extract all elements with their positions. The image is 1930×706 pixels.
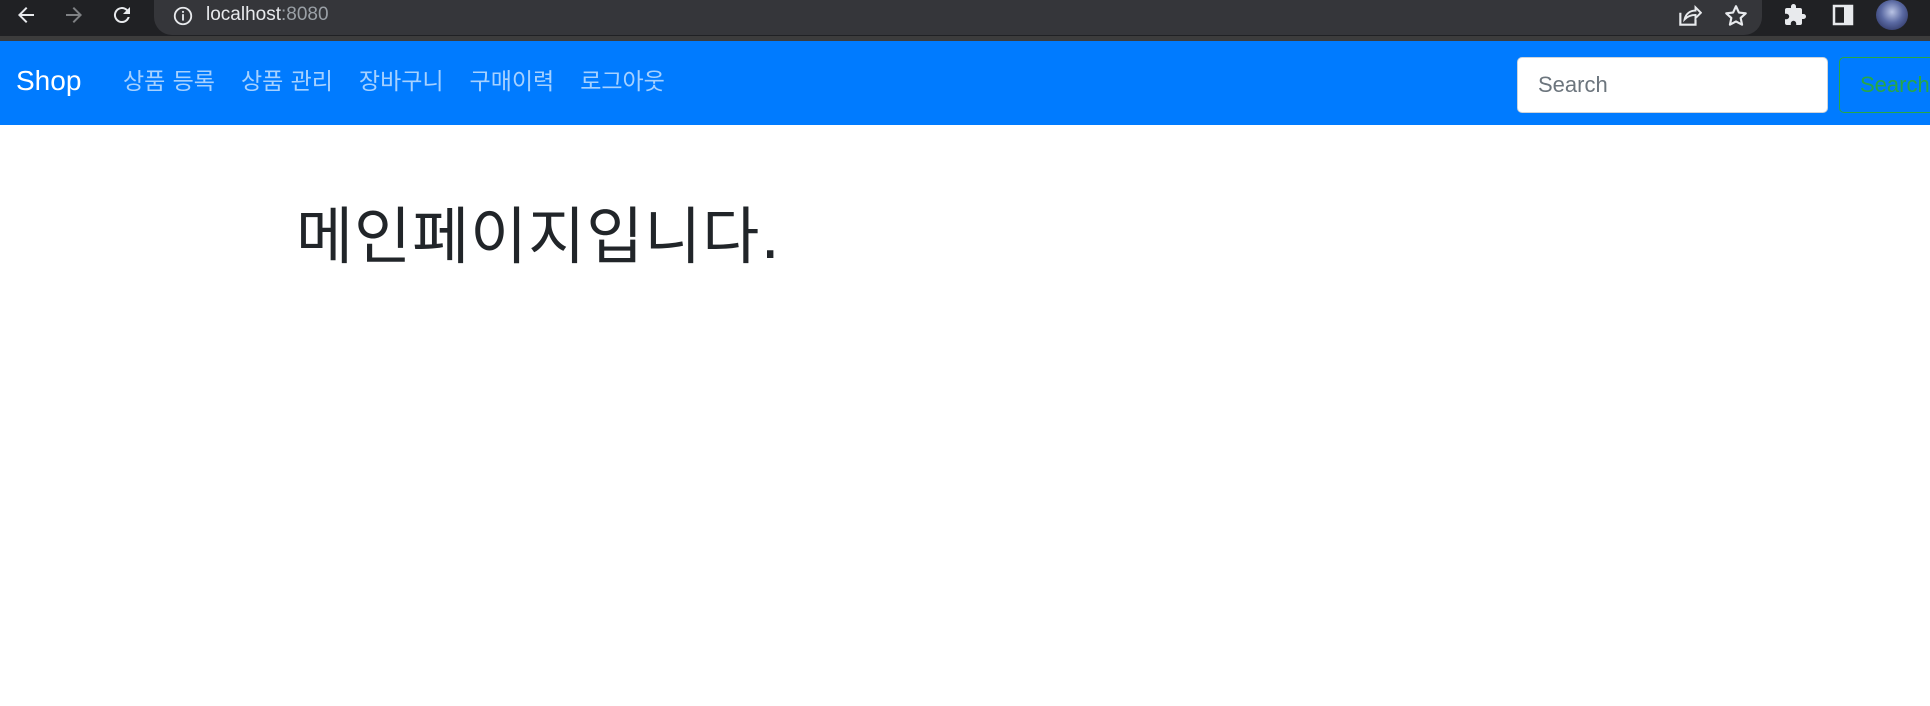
extensions-puzzle-icon[interactable]: [1781, 0, 1809, 30]
nav-link-product-manage[interactable]: 상품 관리: [228, 65, 346, 99]
nav-link-product-register[interactable]: 상품 등록: [110, 65, 228, 99]
url-text: localhost:8080: [206, 2, 329, 28]
nav-links: 상품 등록 상품 관리 장바구니 구매이력 로그아웃: [110, 65, 678, 99]
url-port: :8080: [281, 4, 329, 25]
reload-icon[interactable]: [108, 0, 136, 30]
address-bar[interactable]: localhost:8080: [154, 0, 1762, 35]
search-button[interactable]: Search: [1839, 57, 1930, 113]
side-panel-icon[interactable]: [1829, 0, 1857, 30]
bookmark-star-icon[interactable]: [1723, 3, 1749, 29]
search-input[interactable]: Search: [1517, 57, 1828, 113]
navbar-brand[interactable]: Shop: [16, 63, 81, 99]
browser-toolbar: localhost:8080: [0, 0, 1930, 41]
profile-avatar[interactable]: [1876, 0, 1908, 30]
back-arrow-icon[interactable]: [12, 0, 40, 30]
nav-link-cart[interactable]: 장바구니: [346, 65, 457, 99]
page-title: 메인페이지입니다.: [296, 200, 782, 273]
navbar: Shop 상품 등록 상품 관리 장바구니 구매이력 로그아웃 Search S…: [0, 41, 1930, 125]
info-icon[interactable]: [172, 5, 194, 27]
forward-arrow-icon[interactable]: [60, 0, 88, 30]
share-icon[interactable]: [1676, 3, 1702, 29]
nav-link-purchase-history[interactable]: 구매이력: [457, 65, 568, 99]
url-host: localhost: [206, 4, 281, 25]
nav-link-logout[interactable]: 로그아웃: [567, 65, 678, 99]
